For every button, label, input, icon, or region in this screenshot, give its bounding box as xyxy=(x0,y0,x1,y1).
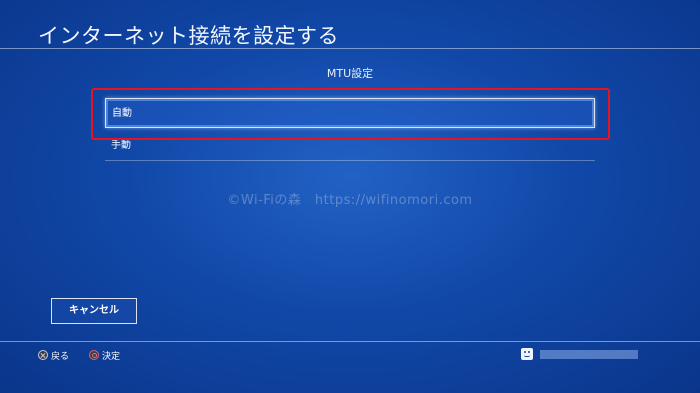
section-title: MTU設定 xyxy=(326,67,374,80)
footer-divider xyxy=(0,341,700,342)
footer-confirm-hint[interactable]: 決定 xyxy=(89,348,120,362)
confirm-label: 決定 xyxy=(102,351,121,362)
username-placeholder xyxy=(540,350,638,359)
cancel-button[interactable]: キャンセル xyxy=(51,298,137,324)
header-divider xyxy=(0,48,700,49)
annotation-highlight-box xyxy=(91,88,610,140)
page-title: インターネット接続を設定する xyxy=(38,24,339,48)
menu-item-label: 手動 xyxy=(111,140,131,151)
footer-back-hint[interactable]: 戻る xyxy=(38,348,69,362)
cross-button-icon xyxy=(38,350,48,360)
user-face-icon xyxy=(521,348,533,360)
circle-button-icon xyxy=(89,350,99,360)
back-label: 戻る xyxy=(51,351,70,362)
watermark: ©Wi-Fiの森 https://wifinomori.com xyxy=(227,193,473,208)
